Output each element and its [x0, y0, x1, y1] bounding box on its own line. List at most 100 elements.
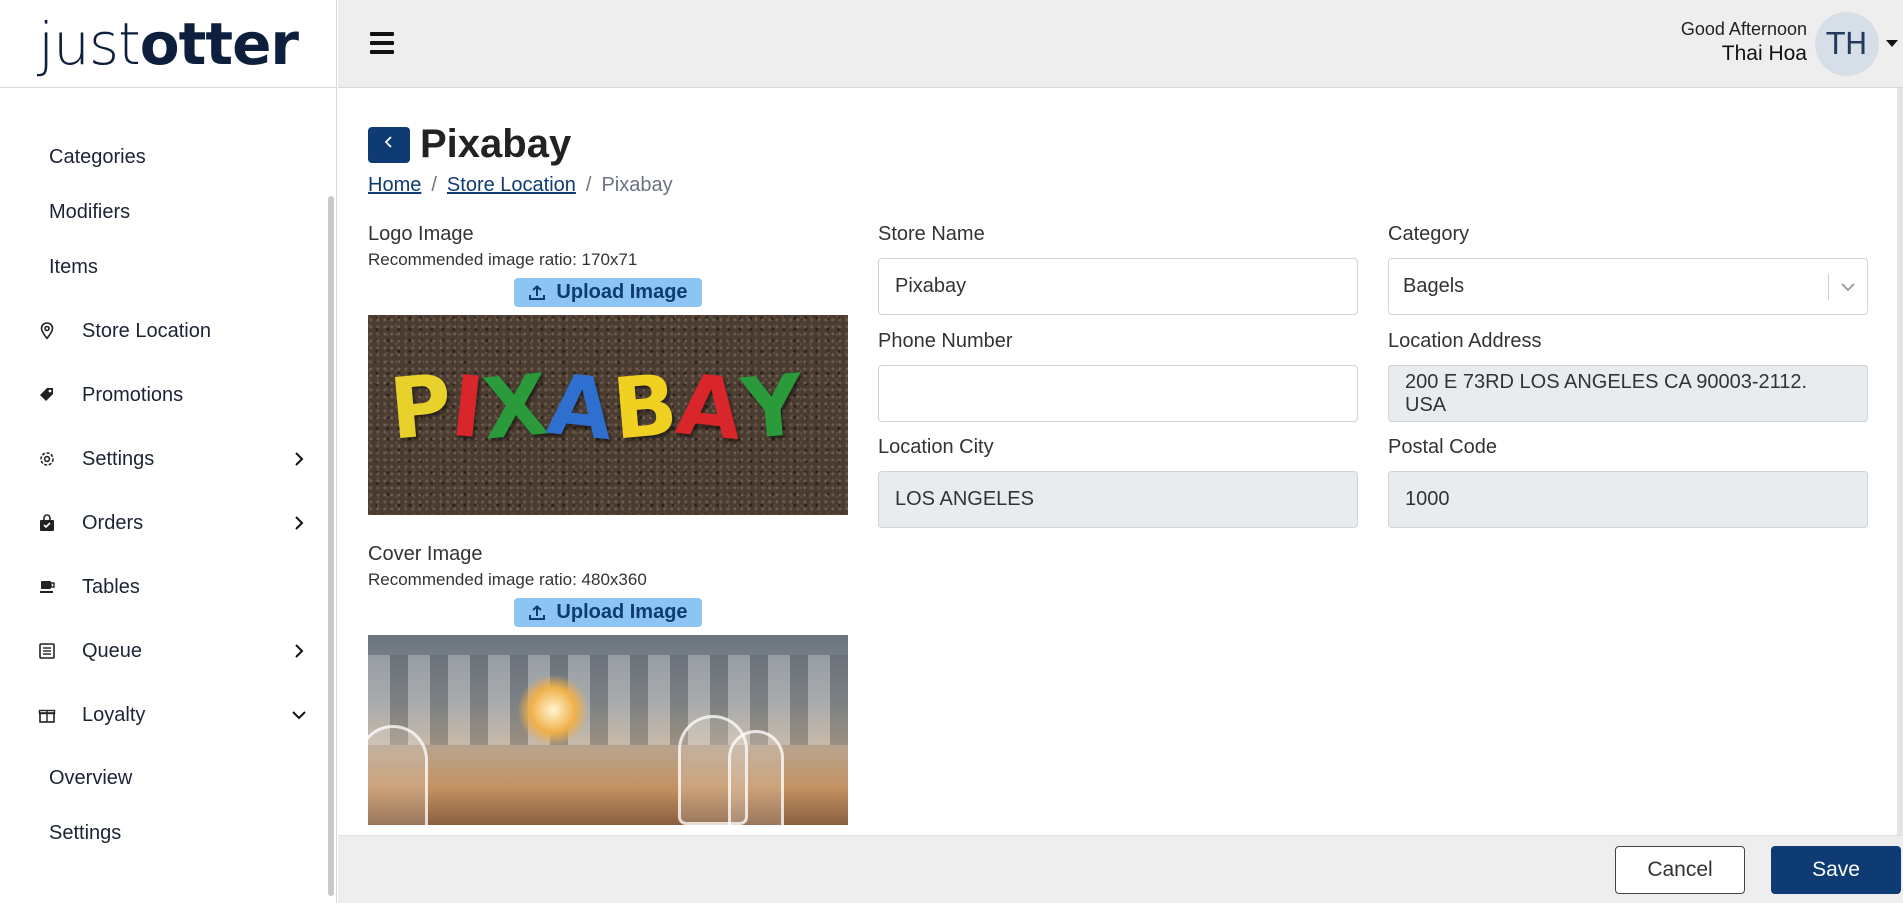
store-name-label: Store Name — [878, 223, 985, 245]
form-column-right: Category Bagels Location Address 200 E 7… — [1388, 223, 1868, 528]
sidebar-item-label: Loyalty — [82, 703, 146, 726]
phone-number-input[interactable] — [878, 365, 1358, 422]
upload-label: Upload Image — [556, 281, 688, 303]
chevron-down-icon — [1841, 275, 1855, 298]
form-column-left: Store Name Pixabay Phone Number Location… — [878, 223, 1358, 528]
breadcrumb-separator: / — [585, 174, 592, 196]
category-selected-value: Bagels — [1403, 275, 1465, 297]
hamburger-menu-icon[interactable] — [370, 32, 394, 54]
bag-icon — [36, 512, 58, 534]
category-select[interactable]: Bagels — [1388, 258, 1868, 315]
sidebar-item-tables[interactable]: Tables — [0, 555, 325, 619]
sidebar-item-loyalty-settings[interactable]: Settings — [0, 806, 325, 861]
cover-upload-button[interactable]: Upload Image — [514, 598, 702, 627]
sidebar-item-label: Promotions — [82, 383, 184, 406]
category-label: Category — [1388, 223, 1470, 245]
form-footer: Cancel Save — [338, 835, 1903, 903]
upload-icon — [529, 604, 546, 620]
breadcrumb: Home / Store Location / Pixabay — [368, 174, 673, 197]
breadcrumb-store-location-link[interactable]: Store Location — [447, 174, 576, 196]
sidebar-item-items[interactable]: Items — [0, 240, 325, 295]
main-scrollbar[interactable] — [1897, 88, 1903, 835]
sidebar-item-overview[interactable]: Overview — [0, 751, 325, 806]
gear-icon — [36, 448, 58, 470]
logo-letter: X — [478, 355, 552, 459]
postal-code-input: 1000 — [1388, 471, 1868, 528]
sidebar-item-label: Items — [49, 256, 98, 278]
chevron-right-icon — [287, 644, 311, 658]
logo-letter: A — [542, 354, 618, 460]
logo-letter: B — [608, 355, 681, 459]
chevron-down-icon — [287, 710, 311, 720]
sidebar-item-label: Orders — [82, 511, 144, 534]
sidebar-item-label: Queue — [82, 639, 143, 662]
queue-icon — [36, 640, 58, 662]
logo-image-section: Logo Image Recommended image ratio: 170x… — [368, 223, 848, 515]
postal-code-label: Postal Code — [1388, 436, 1497, 458]
cover-image-section: Cover Image Recommended image ratio: 480… — [368, 543, 848, 825]
upload-icon — [529, 284, 546, 300]
location-city-input: LOS ANGELES — [878, 471, 1358, 528]
caret-down-icon[interactable] — [1886, 40, 1898, 47]
sidebar-item-modifiers[interactable]: Modifiers — [0, 185, 325, 240]
main-content: Pixabay Home / Store Location / Pixabay Logo… — [338, 88, 1898, 835]
top-header: Good Afternoon Thai Hoa TH — [338, 0, 1903, 88]
avatar-initials: TH — [1826, 26, 1868, 62]
save-button[interactable]: Save — [1771, 846, 1901, 894]
location-address-input: 200 E 73RD LOS ANGELES CA 90003-2112. US… — [1388, 365, 1868, 422]
breadcrumb-home-link[interactable]: Home — [368, 174, 421, 196]
breadcrumb-current: Pixabay — [601, 174, 673, 196]
map-pin-icon — [36, 320, 58, 342]
logo-image-preview: PIXABAY — [368, 315, 848, 515]
greeting-text: Good Afternoon — [1680, 19, 1807, 39]
page-header: Pixabay — [368, 122, 571, 167]
sidebar-scrollbar[interactable] — [328, 196, 334, 896]
sidebar-item-label: Settings — [49, 822, 122, 844]
phone-number-label: Phone Number — [878, 330, 1013, 352]
sidebar-item-label: Settings — [82, 447, 155, 470]
cover-image-preview — [368, 635, 848, 825]
logo-letter: A — [671, 354, 747, 460]
sidebar-item-settings[interactable]: Settings — [0, 427, 325, 491]
user-greeting: Good Afternoon Thai Hoa — [1681, 19, 1807, 66]
logo-letter: Y — [737, 355, 807, 459]
cover-image-label: Cover Image — [368, 543, 483, 565]
logo-upload-button[interactable]: Upload Image — [514, 278, 702, 307]
logo-text-light: just — [37, 9, 141, 78]
sidebar-item-label: Overview — [49, 767, 133, 789]
chevron-left-icon — [384, 135, 394, 154]
gift-icon — [36, 704, 58, 726]
sidebar-item-label: Modifiers — [49, 201, 131, 223]
logo-letter: P — [385, 355, 456, 459]
sidebar: justotter Categories Modifiers Items Sto… — [0, 0, 337, 903]
sidebar-item-store-location[interactable]: Store Location — [0, 299, 325, 363]
back-button[interactable] — [368, 126, 410, 163]
sidebar-item-label: Tables — [82, 575, 140, 598]
sidebar-item-label: Categories — [49, 146, 146, 168]
logo-image-hint: Recommended image ratio: 170x71 — [368, 250, 638, 269]
sidebar-item-orders[interactable]: Orders — [0, 491, 325, 555]
sidebar-item-label: Store Location — [82, 319, 211, 342]
breadcrumb-separator: / — [431, 174, 437, 196]
sidebar-item-categories[interactable]: Categories — [0, 130, 325, 185]
table-icon — [36, 576, 58, 598]
location-address-label: Location Address — [1388, 330, 1542, 352]
store-name-input[interactable]: Pixabay — [878, 258, 1358, 315]
logo-image-label: Logo Image — [368, 223, 474, 245]
logo-text-bold: otter — [139, 9, 299, 78]
upload-label: Upload Image — [556, 601, 688, 623]
user-name: Thai Hoa — [1721, 42, 1807, 65]
chevron-right-icon — [287, 452, 311, 466]
cover-image-hint: Recommended image ratio: 480x360 — [368, 570, 647, 589]
tag-icon — [36, 384, 58, 406]
avatar[interactable]: TH — [1815, 12, 1879, 76]
sidebar-item-promotions[interactable]: Promotions — [0, 363, 325, 427]
cancel-button[interactable]: Cancel — [1615, 846, 1745, 894]
sidebar-item-queue[interactable]: Queue — [0, 619, 325, 683]
page-title: Pixabay — [420, 122, 572, 166]
location-city-label: Location City — [878, 436, 994, 458]
sidebar-item-loyalty[interactable]: Loyalty — [0, 683, 325, 747]
chevron-right-icon — [287, 516, 311, 530]
logo-letters: PIXABAY — [386, 354, 807, 460]
brand-logo[interactable]: justotter — [0, 0, 336, 88]
